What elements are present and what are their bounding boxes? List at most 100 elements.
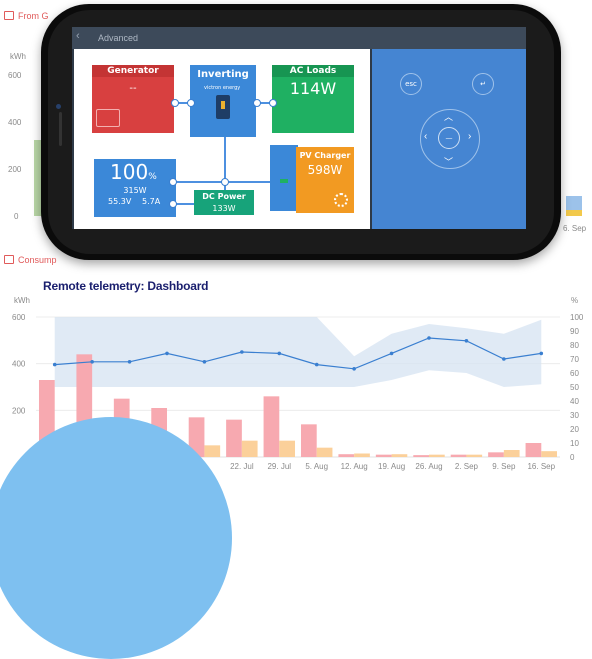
dc-power-tile[interactable]: DC Power 133W	[194, 190, 254, 215]
sun-icon	[334, 193, 348, 207]
from-section-title[interactable]: From G	[4, 11, 49, 21]
bar-series-2	[316, 447, 333, 457]
caption: Remote telemetry: Dashboard	[43, 279, 209, 293]
x-tick-label: 19. Aug	[378, 462, 405, 471]
y-tick-label: 200	[12, 406, 26, 415]
line-point	[52, 362, 57, 367]
bar-series-1	[226, 419, 242, 457]
consumption-section-title[interactable]: Consump	[4, 255, 57, 265]
bar-series-1	[300, 424, 317, 457]
line-point	[314, 362, 319, 367]
y2-tick-label: 20	[570, 425, 579, 434]
generator-tile[interactable]: Generator --	[92, 65, 174, 133]
bar-series-1	[338, 454, 355, 457]
mppt-led-icon	[280, 179, 288, 183]
section-title-text: From G	[18, 11, 49, 21]
x-tick-label: 26. Aug	[415, 462, 442, 471]
x-tick-label: 9. Sep	[492, 462, 516, 471]
top-chart-bars-right-2	[566, 210, 582, 216]
dc-power-dot	[221, 178, 229, 186]
generator-connector-dot	[171, 99, 179, 107]
line-point	[90, 360, 94, 364]
dpad-down-icon[interactable]: ﹀	[444, 155, 453, 168]
dpad-center-button[interactable]: —	[438, 127, 460, 149]
bar-series-1	[525, 443, 542, 457]
line-point	[464, 339, 469, 343]
dc-power-title: DC Power	[202, 192, 246, 201]
y2-tick-label: 90	[570, 327, 579, 336]
back-arrow-icon[interactable]: ‹	[76, 30, 80, 42]
line-point	[352, 367, 356, 371]
top-y-tick: 600	[8, 71, 22, 80]
battery-voltage: 55.3V	[108, 197, 132, 206]
inverter-left-dot	[187, 99, 195, 107]
battery-tile[interactable]: 100% 315W 55.3V 5.7A	[94, 159, 176, 217]
range-band	[54, 317, 542, 387]
bar-series-1	[450, 454, 467, 457]
battery-power: 315W	[123, 186, 147, 195]
y-axis-unit: kWh	[14, 296, 30, 305]
bar-series-2	[391, 454, 408, 457]
y2-tick-label: 100	[570, 313, 584, 322]
x-tick-label: 2. Sep	[455, 462, 479, 471]
phone-screen: ‹ Advanced Generator -- Inverting victro…	[72, 27, 526, 229]
battery-percent: 100%	[110, 160, 157, 184]
line-point	[427, 336, 431, 340]
generator-title: Generator	[92, 65, 174, 77]
y2-tick-label: 30	[570, 411, 579, 420]
x-tick-label: 29. Jul	[267, 462, 291, 471]
y-tick-label: 400	[12, 360, 26, 369]
dpad-left-icon[interactable]: ‹	[424, 131, 427, 142]
screen-header-bar[interactable]: ‹ Advanced	[72, 27, 526, 49]
decorative-circle	[0, 417, 232, 659]
header-title: Advanced	[98, 33, 139, 43]
line-point	[389, 351, 394, 356]
ac-loads-title: AC Loads	[272, 65, 354, 77]
line-point	[277, 351, 282, 356]
y2-tick-label: 40	[570, 397, 579, 406]
x-tick-label: 12. Aug	[341, 462, 368, 471]
inverter-tile[interactable]: Inverting victron energy	[190, 65, 256, 137]
dc-power-value: 133W	[212, 204, 236, 213]
line-point	[127, 360, 132, 364]
esc-button[interactable]: esc	[400, 73, 422, 95]
bar-series-2	[503, 450, 520, 457]
consumption-title-text: Consump	[18, 255, 57, 265]
inverter-brand: victron energy	[204, 85, 241, 91]
y2-axis-unit: %	[571, 296, 579, 305]
battery-dot-top	[169, 178, 177, 186]
y2-tick-label: 60	[570, 369, 579, 378]
top-y-tick: 400	[8, 118, 22, 127]
line-point	[240, 350, 244, 354]
phone-speaker	[59, 112, 62, 146]
y2-tick-label: 50	[570, 383, 579, 392]
x-tick-label: 16. Sep	[527, 462, 555, 471]
y2-tick-label: 0	[570, 453, 575, 462]
bar-series-2	[241, 440, 258, 457]
ac-loads-dot	[269, 99, 277, 107]
phone-camera	[56, 104, 61, 109]
chart-icon	[4, 255, 14, 264]
top-y-tick: 0	[14, 212, 19, 221]
line-point	[502, 357, 506, 361]
chart-icon	[4, 11, 14, 20]
pv-charger-tile[interactable]: PV Charger 598W	[296, 147, 354, 213]
pv-charger-value: 598W	[307, 163, 343, 177]
dpad-up-icon[interactable]: ︿	[444, 110, 453, 123]
generator-value: --	[129, 83, 137, 94]
line-point	[539, 351, 544, 356]
enter-button[interactable]: ↵	[472, 73, 494, 95]
ac-loads-tile[interactable]: AC Loads 114W	[272, 65, 354, 133]
battery-dot-bottom	[169, 200, 177, 208]
inverter-right-dot	[253, 99, 261, 107]
inverter-title: Inverting	[197, 69, 249, 80]
bar-series-2	[541, 451, 558, 457]
y2-tick-label: 80	[570, 341, 579, 350]
dpad-right-icon[interactable]: ›	[468, 131, 471, 142]
top-y-tick: 200	[8, 165, 22, 174]
y2-tick-label: 70	[570, 355, 579, 364]
pv-charger-title: PV Charger	[299, 151, 351, 160]
bar-series-1	[375, 454, 392, 457]
bar-series-1	[263, 396, 280, 457]
x-tick-label: 22. Jul	[230, 462, 254, 471]
